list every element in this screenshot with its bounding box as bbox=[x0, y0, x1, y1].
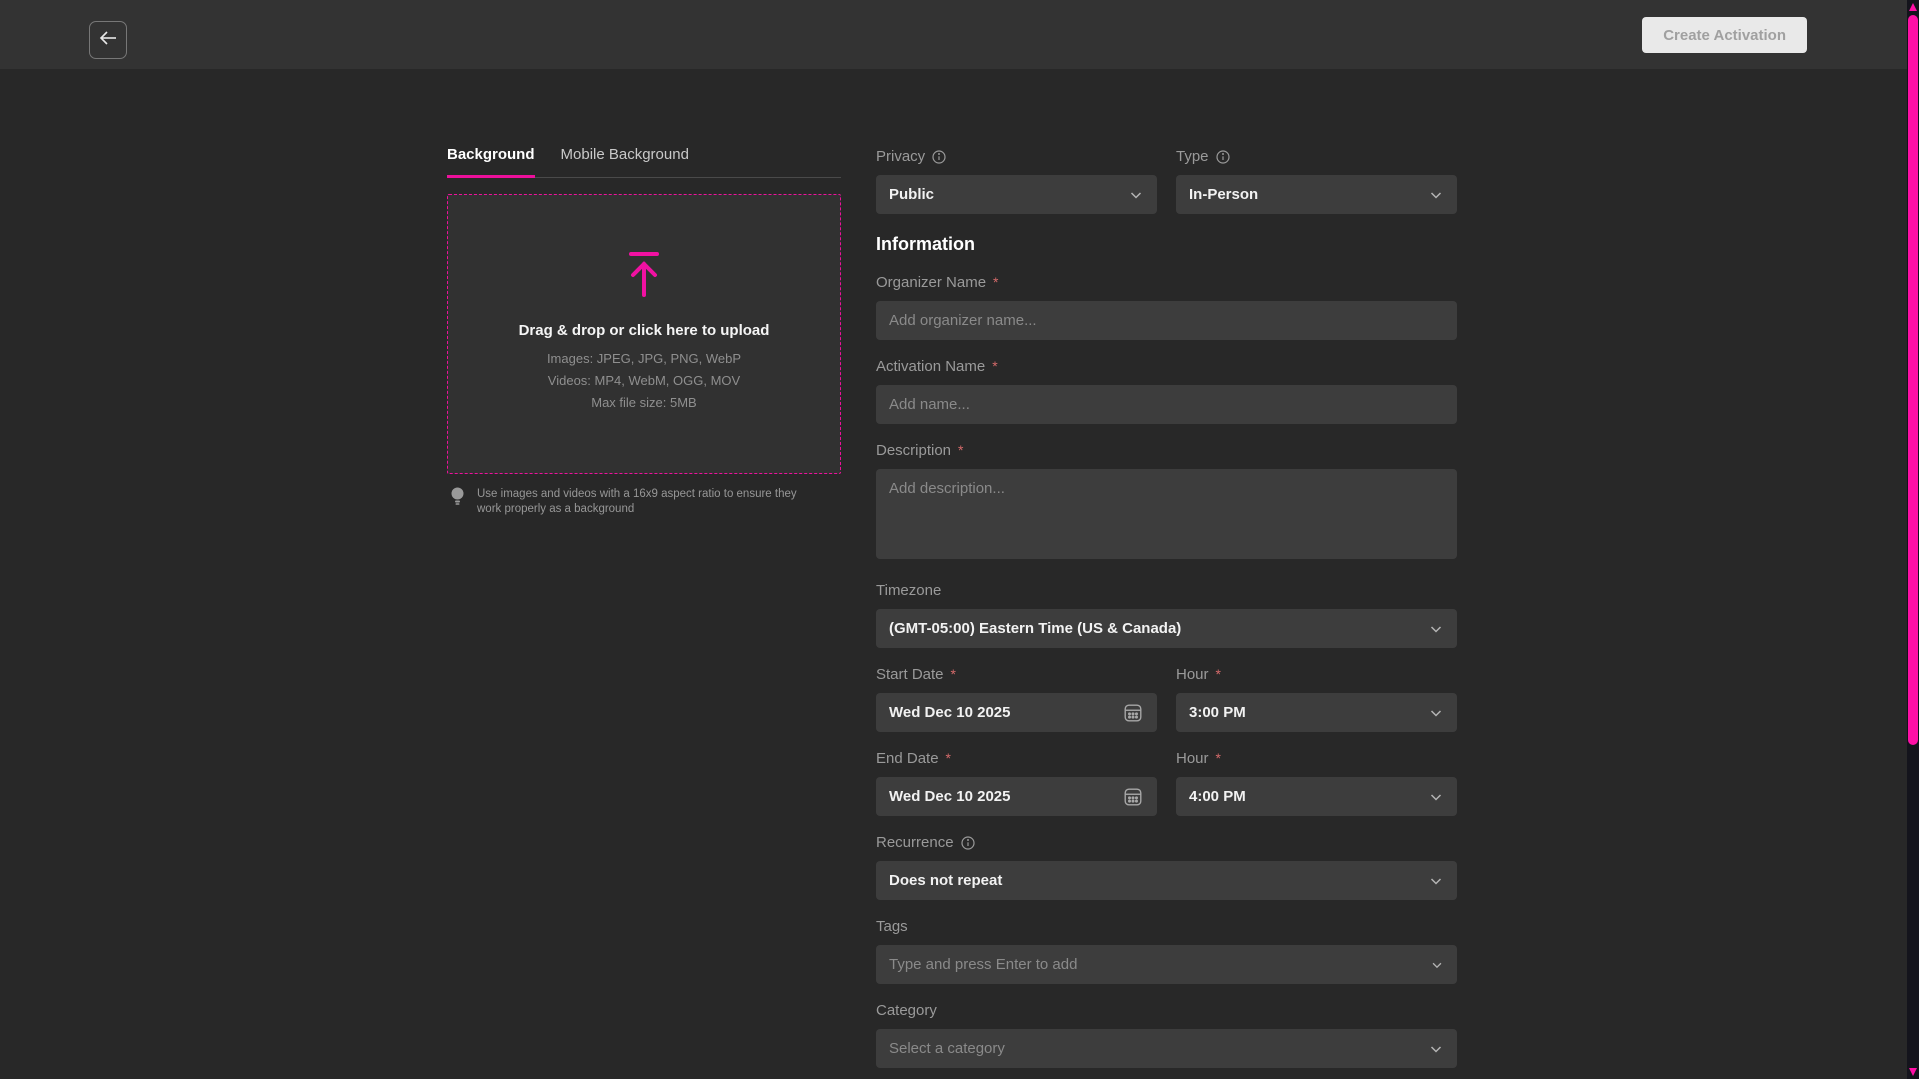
tags-label: Tags bbox=[876, 918, 1457, 936]
required-marker: * bbox=[1216, 749, 1221, 767]
recurrence-label: Recurrence bbox=[876, 834, 1457, 852]
required-marker: * bbox=[946, 749, 951, 767]
required-marker: * bbox=[958, 441, 963, 459]
aspect-ratio-hint: Use images and videos with a 16x9 aspect… bbox=[447, 487, 841, 517]
chevron-down-icon bbox=[1430, 958, 1444, 972]
media-panel: Background Mobile Background Drag & drop… bbox=[447, 0, 841, 517]
activation-name-label: Activation Name * bbox=[876, 358, 1457, 376]
start-hour-group: Hour * 3:00 PM bbox=[1176, 666, 1457, 732]
privacy-label: Privacy bbox=[876, 148, 1157, 166]
description-label: Description * bbox=[876, 442, 1457, 460]
chevron-down-icon bbox=[1428, 705, 1444, 721]
end-date-picker[interactable]: Wed Dec 10 2025 bbox=[876, 777, 1157, 816]
upload-dropzone[interactable]: Drag & drop or click here to upload Imag… bbox=[447, 194, 841, 474]
upload-images-formats: Images: JPEG, JPG, PNG, WebP bbox=[547, 351, 741, 366]
scrollbar-up-arrow-icon[interactable] bbox=[1909, 3, 1917, 11]
privacy-select[interactable]: Public bbox=[876, 175, 1157, 214]
organizer-name-input[interactable] bbox=[876, 301, 1457, 340]
organizer-name-group: Organizer Name * bbox=[876, 274, 1457, 340]
chevron-down-icon bbox=[1128, 187, 1144, 203]
timezone-label: Timezone bbox=[876, 582, 1457, 600]
timezone-select[interactable]: (GMT-05:00) Eastern Time (US & Canada) bbox=[876, 609, 1457, 648]
calendar-icon bbox=[1122, 786, 1144, 808]
end-hour-select[interactable]: 4:00 PM bbox=[1176, 777, 1457, 816]
back-arrow-icon bbox=[98, 28, 118, 53]
start-hour-label: Hour * bbox=[1176, 666, 1457, 684]
lightbulb-icon bbox=[451, 487, 464, 511]
type-select[interactable]: In-Person bbox=[1176, 175, 1457, 214]
type-field-group: Type In-Person bbox=[1176, 148, 1457, 214]
back-button[interactable] bbox=[89, 21, 127, 59]
upload-max-size: Max file size: 5MB bbox=[591, 395, 696, 410]
background-tabs: Background Mobile Background bbox=[447, 146, 841, 178]
upload-arrow-icon bbox=[627, 251, 661, 302]
recurrence-group: Recurrence Does not repeat bbox=[876, 834, 1457, 900]
info-icon[interactable] bbox=[932, 150, 946, 164]
activation-name-group: Activation Name * bbox=[876, 358, 1457, 424]
recurrence-select[interactable]: Does not repeat bbox=[876, 861, 1457, 900]
tab-mobile-background[interactable]: Mobile Background bbox=[561, 146, 689, 178]
upload-title: Drag & drop or click here to upload bbox=[519, 322, 770, 339]
timezone-group: Timezone (GMT-05:00) Eastern Time (US & … bbox=[876, 582, 1457, 648]
information-heading: Information bbox=[876, 232, 1457, 256]
page-scrollbar[interactable] bbox=[1907, 0, 1919, 1079]
description-group: Description * bbox=[876, 442, 1457, 564]
chevron-down-icon bbox=[1428, 789, 1444, 805]
required-marker: * bbox=[993, 273, 998, 291]
description-textarea[interactable] bbox=[876, 469, 1457, 559]
hint-text: Use images and videos with a 16x9 aspect… bbox=[477, 487, 822, 517]
tab-background[interactable]: Background bbox=[447, 146, 535, 178]
calendar-icon bbox=[1122, 702, 1144, 724]
required-marker: * bbox=[1216, 665, 1221, 683]
start-date-picker[interactable]: Wed Dec 10 2025 bbox=[876, 693, 1157, 732]
end-date-group: End Date * Wed Dec 10 2025 bbox=[876, 750, 1157, 816]
required-marker: * bbox=[951, 665, 956, 683]
start-date-group: Start Date * Wed Dec 10 2025 bbox=[876, 666, 1157, 732]
end-hour-label: Hour * bbox=[1176, 750, 1457, 768]
info-icon[interactable] bbox=[1216, 150, 1230, 164]
chevron-down-icon bbox=[1428, 621, 1444, 637]
start-hour-select[interactable]: 3:00 PM bbox=[1176, 693, 1457, 732]
end-date-label: End Date * bbox=[876, 750, 1157, 768]
type-label: Type bbox=[1176, 148, 1457, 166]
tags-input[interactable]: Type and press Enter to add bbox=[876, 945, 1457, 984]
chevron-down-icon bbox=[1428, 1041, 1444, 1057]
activation-name-input[interactable] bbox=[876, 385, 1457, 424]
required-marker: * bbox=[992, 357, 997, 375]
upload-videos-formats: Videos: MP4, WebM, OGG, MOV bbox=[548, 373, 740, 388]
chevron-down-icon bbox=[1428, 873, 1444, 889]
category-select[interactable]: Select a category bbox=[876, 1029, 1457, 1068]
category-group: Category Select a category bbox=[876, 1002, 1457, 1068]
start-date-label: Start Date * bbox=[876, 666, 1157, 684]
tags-group: Tags Type and press Enter to add bbox=[876, 918, 1457, 984]
organizer-name-label: Organizer Name * bbox=[876, 274, 1457, 292]
info-icon[interactable] bbox=[961, 836, 975, 850]
category-label: Category bbox=[876, 1002, 1457, 1020]
activation-form: Privacy Public Type bbox=[876, 0, 1457, 1079]
create-activation-button[interactable]: Create Activation bbox=[1642, 17, 1807, 53]
end-hour-group: Hour * 4:00 PM bbox=[1176, 750, 1457, 816]
privacy-field-group: Privacy Public bbox=[876, 148, 1157, 214]
chevron-down-icon bbox=[1428, 187, 1444, 203]
scrollbar-down-arrow-icon[interactable] bbox=[1909, 1068, 1917, 1076]
scrollbar-thumb[interactable] bbox=[1908, 15, 1918, 745]
